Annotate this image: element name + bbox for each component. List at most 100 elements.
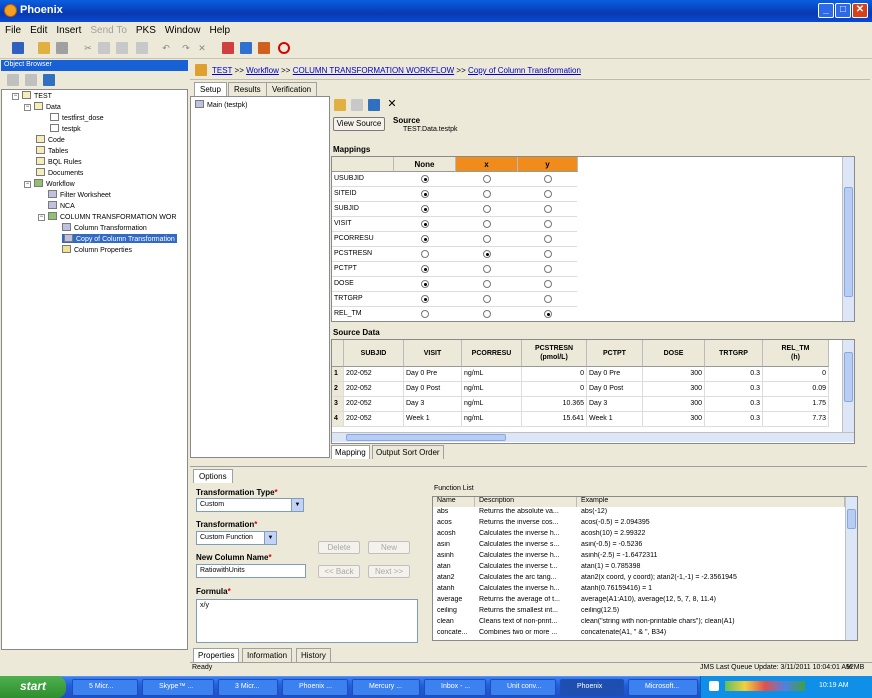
close-button[interactable]: ✕ <box>852 3 868 18</box>
export-icon[interactable] <box>351 99 363 111</box>
collapse-icon[interactable]: − <box>38 214 45 221</box>
stop-icon[interactable] <box>278 42 290 54</box>
mapping-radio-none[interactable] <box>421 280 429 288</box>
mapping-radio-y[interactable] <box>544 220 552 228</box>
help-icon[interactable] <box>709 681 719 691</box>
mapping-radio-x[interactable] <box>483 190 491 198</box>
transformation-type-select[interactable]: Custom ▼ <box>196 498 304 512</box>
mapping-radio-x[interactable] <box>483 295 491 303</box>
minimize-button[interactable]: _ <box>818 3 834 18</box>
tab-information[interactable]: Information <box>242 648 293 662</box>
taskbar-item[interactable]: Mercury ... <box>352 679 420 696</box>
delete-button[interactable]: Delete <box>318 541 360 554</box>
mapping-radio-y[interactable] <box>544 205 552 213</box>
new-button[interactable]: New <box>368 541 410 554</box>
source-col-header[interactable]: SUBJID <box>344 340 404 367</box>
tree-node-data[interactable]: Data <box>34 102 61 111</box>
execute-icon[interactable] <box>240 42 252 54</box>
source-data-vscroll[interactable] <box>842 340 854 433</box>
function-row[interactable]: ceiling Returns the smallest int... ceilin… <box>433 607 843 617</box>
mapping-radio-none[interactable] <box>421 175 429 183</box>
paste-special-icon[interactable] <box>136 42 148 54</box>
tab-results[interactable]: Results <box>228 82 267 96</box>
mapping-radio-x[interactable] <box>483 235 491 243</box>
breadcrumb-copy[interactable]: Copy of Column Transformation <box>468 66 581 75</box>
taskbar-item[interactable]: Skype™ ... <box>142 679 214 696</box>
report-icon[interactable] <box>222 42 234 54</box>
source-col-header[interactable]: DOSE <box>643 340 705 367</box>
function-row[interactable]: atan Calculates the inverse t... atan(1) =… <box>433 563 843 573</box>
taskbar-item[interactable]: Unit conv... <box>490 679 556 696</box>
formula-input[interactable]: x/y <box>196 599 418 643</box>
source-col-header[interactable]: PCORRESU <box>462 340 522 367</box>
collapse-icon[interactable]: − <box>24 181 31 188</box>
title-bar[interactable]: Phoenix _ □ ✕ <box>0 0 872 22</box>
properties-icon[interactable] <box>25 74 37 86</box>
mapping-radio-x[interactable] <box>483 310 491 318</box>
mapping-radio-x[interactable] <box>483 175 491 183</box>
tab-output-sort-order[interactable]: Output Sort Order <box>372 445 444 459</box>
breadcrumb-test[interactable]: TEST <box>212 66 232 75</box>
mapping-radio-none[interactable] <box>421 295 429 303</box>
mapping-radio-none[interactable] <box>421 235 429 243</box>
select-source-icon[interactable] <box>368 99 380 111</box>
tree-node-workflow[interactable]: Workflow <box>34 179 75 188</box>
taskbar-item[interactable]: Phoenix <box>560 679 624 696</box>
delete-icon[interactable]: ✕ <box>196 42 208 54</box>
undo-icon[interactable]: ↶ <box>160 42 172 54</box>
mapping-radio-y[interactable] <box>544 295 552 303</box>
next-button[interactable]: Next >> <box>368 565 410 578</box>
collapse-icon[interactable]: − <box>24 104 31 111</box>
new-column-name-input[interactable]: RatiowithUnits <box>196 564 306 578</box>
mapping-radio-x[interactable] <box>483 205 491 213</box>
function-list-scrollbar[interactable] <box>845 497 857 640</box>
taskbar-item[interactable]: 3 Micr... <box>218 679 278 696</box>
mapping-radio-none[interactable] <box>421 205 429 213</box>
mapping-radio-x[interactable] <box>483 220 491 228</box>
tree-node-testpk[interactable]: testpk <box>50 124 81 133</box>
mapping-radio-y[interactable] <box>544 175 552 183</box>
function-row[interactable]: acos Returns the inverse cos... acos(-0.5)… <box>433 519 843 529</box>
mapping-radio-none[interactable] <box>421 190 429 198</box>
tab-verification[interactable]: Verification <box>266 82 318 96</box>
tree-node-testfirst-dose[interactable]: testfirst_dose <box>50 113 104 122</box>
mappings-grid[interactable]: None x y USUBJID SITEID SUBJID VISIT PCORRES… <box>331 156 855 322</box>
function-row[interactable]: asin Calculates the inverse s... asin(-0.5… <box>433 541 843 551</box>
mapping-radio-y[interactable] <box>544 235 552 243</box>
setup-item-main[interactable]: Main (testpk) <box>195 100 247 109</box>
source-col-header[interactable]: REL_TM (h) <box>763 340 829 367</box>
tab-history[interactable]: History <box>296 648 331 662</box>
source-col-header[interactable]: VISIT <box>404 340 462 367</box>
mapping-radio-none[interactable] <box>421 250 429 258</box>
mapping-radio-x[interactable] <box>483 280 491 288</box>
mapping-radio-none[interactable] <box>421 220 429 228</box>
function-row[interactable]: asinh Calculates the inverse h... asinh(-2… <box>433 552 843 562</box>
mappings-scrollbar[interactable] <box>842 157 854 321</box>
menu-insert[interactable]: Insert <box>51 22 85 36</box>
tree-node-tables[interactable]: Tables <box>36 146 68 155</box>
mapping-radio-y[interactable] <box>544 265 552 273</box>
source-col-header[interactable]: PCSTRESN (pmol/L) <box>522 340 587 367</box>
mapping-radio-y[interactable] <box>544 280 552 288</box>
tree-node-documents[interactable]: Documents <box>36 168 83 177</box>
mapping-radio-y[interactable] <box>544 310 552 318</box>
import-icon[interactable] <box>56 42 68 54</box>
mapping-radio-y[interactable] <box>544 190 552 198</box>
tree-node-column-transformation[interactable]: Column Transformation <box>62 223 147 232</box>
save-icon[interactable] <box>12 42 24 54</box>
up-arrow-icon[interactable] <box>195 64 207 76</box>
function-row[interactable]: acosh Calculates the inverse h... acosh(10… <box>433 530 843 540</box>
collapse-icon[interactable]: − <box>12 93 19 100</box>
tab-properties[interactable]: Properties <box>193 648 240 662</box>
source-data-grid[interactable]: SUBJID VISIT PCORRESU PCSTRESN (pmol/L) PCTP… <box>331 339 855 444</box>
taskbar-item[interactable]: Microsoft... <box>628 679 698 696</box>
menu-help[interactable]: Help <box>204 22 234 36</box>
breadcrumb-workflow[interactable]: Workflow <box>246 66 279 75</box>
mapping-radio-x[interactable] <box>483 250 491 258</box>
open-folder-icon[interactable] <box>38 42 50 54</box>
function-row[interactable]: clean Cleans text of non-print... clean("s… <box>433 618 843 628</box>
menu-window[interactable]: Window <box>160 22 205 36</box>
refresh-icon[interactable] <box>43 74 55 86</box>
tree-node-column-properties[interactable]: Column Properties <box>62 245 132 254</box>
mapping-radio-none[interactable] <box>421 265 429 273</box>
